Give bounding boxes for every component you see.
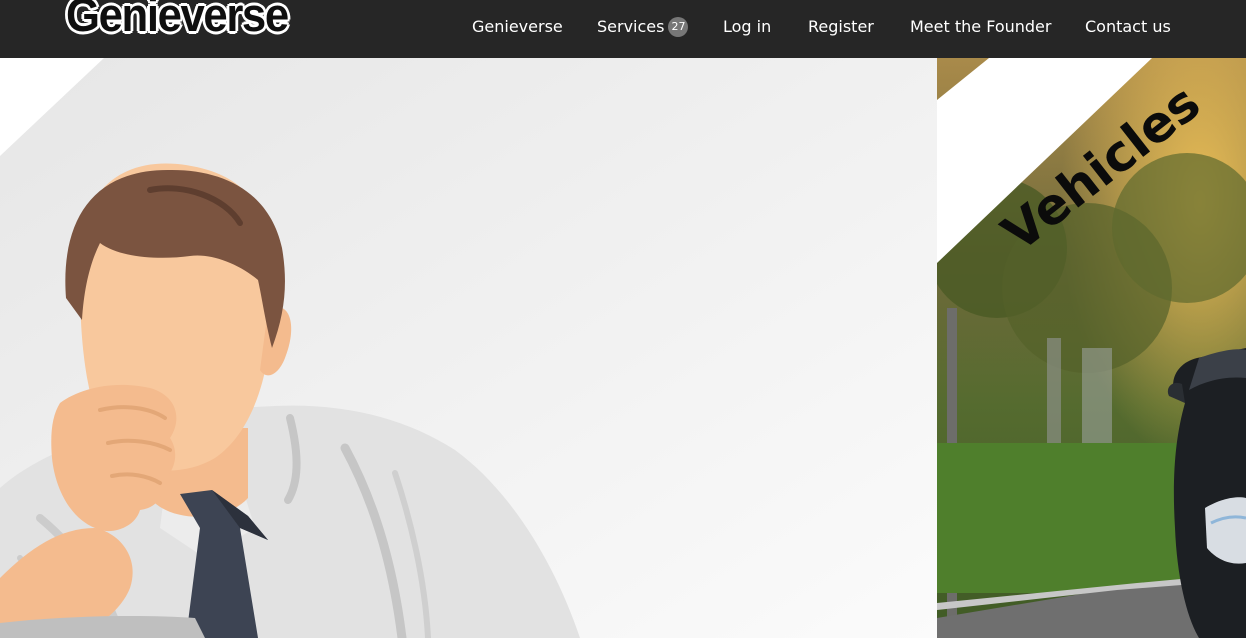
nav-link-services[interactable]: Services 27 bbox=[597, 16, 689, 38]
genieverse-logo[interactable]: Genieverse bbox=[66, 0, 289, 38]
nav-link-genieverse[interactable]: Genieverse bbox=[472, 16, 563, 38]
nav-link-register[interactable]: Register bbox=[808, 16, 874, 38]
nav-link-meet-the-founder[interactable]: Meet the Founder bbox=[910, 16, 1051, 38]
nav-link-contact-us[interactable]: Contact us bbox=[1085, 16, 1171, 38]
nav-link-services-label: Services bbox=[597, 17, 665, 36]
nav-link-login[interactable]: Log in bbox=[723, 16, 771, 38]
top-navbar: Genieverse Genieverse Services 27 Log in … bbox=[0, 0, 1246, 58]
slide-thinking-man[interactable] bbox=[0, 58, 937, 638]
thinking-man-illustration bbox=[0, 58, 937, 638]
services-count-badge: 27 bbox=[668, 16, 689, 37]
hero-slider: Vehicles bbox=[0, 58, 1246, 638]
